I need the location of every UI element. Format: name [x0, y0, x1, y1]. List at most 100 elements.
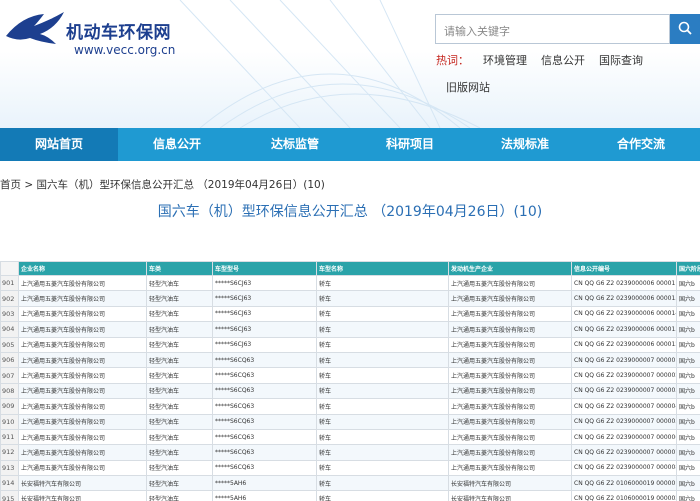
table-cell: 轻型汽油车 — [146, 290, 213, 307]
table-cell: 上汽通用五菱汽车股份有限公司 — [18, 321, 147, 338]
search-icon — [678, 21, 692, 35]
row-number: 912 — [0, 444, 19, 461]
table-cell: 轿车 — [316, 336, 449, 353]
row-number: 903 — [0, 305, 19, 323]
table-cell: 轻型汽油车 — [146, 274, 213, 292]
table-cell: 国六b — [676, 290, 700, 307]
table-cell: 轿车 — [316, 382, 449, 400]
table-body: 901 上汽通用五菱汽车股份有限公司 轻型汽油车 *****S6CJ63 轿车 上汽通用五… — [0, 274, 700, 501]
table-cell: 轿车 — [316, 274, 449, 292]
search-input[interactable]: 请输入关键字 — [435, 14, 670, 44]
table-cell: *****S6CJ63 — [212, 321, 317, 338]
table-cell: 国六b — [676, 428, 700, 446]
bird-logo-icon — [6, 12, 64, 44]
table-cell: CN QQ G6 Z2 0239000007 000001 — [571, 351, 677, 369]
column-header: 企业名称 — [18, 261, 147, 276]
hot-link-environment[interactable]: 环境管理 — [483, 54, 527, 67]
table-cell: 国六b — [676, 490, 700, 501]
table-cell: 轻型汽油车 — [146, 336, 213, 353]
table-cell: 国六b — [676, 382, 700, 400]
row-number: 902 — [0, 290, 19, 307]
table-cell: 国六b — [676, 444, 700, 461]
table-cell: 轿车 — [316, 367, 449, 384]
row-number: 907 — [0, 367, 19, 384]
table-cell: 轻型汽油车 — [146, 428, 213, 446]
row-number: 901 — [0, 274, 19, 292]
hot-link-info[interactable]: 信息公开 — [541, 54, 585, 67]
table-cell: 轿车 — [316, 351, 449, 369]
table-cell: *****5AH6 — [212, 475, 317, 492]
site-url: www.vecc.org.cn — [74, 43, 176, 57]
nav-item-research[interactable]: 科研项目 — [351, 128, 469, 161]
table-cell: 上汽通用五菱汽车股份有限公司 — [448, 351, 572, 369]
table-cell: *****S6CJ63 — [212, 274, 317, 292]
column-header: 国六阶段 — [676, 261, 700, 276]
table-cell: 国六b — [676, 398, 700, 415]
nav-item-cooperation[interactable]: 合作交流 — [582, 128, 700, 161]
table-cell: 轻型汽油车 — [146, 490, 213, 501]
table-cell: *****S6CQ63 — [212, 459, 317, 477]
table-cell: *****S6CQ63 — [212, 367, 317, 384]
table-row: 913 上汽通用五菱汽车股份有限公司 轻型汽油车 *****S6CQ63 轿车 上汽通用五… — [0, 459, 700, 477]
table-cell: *****S6CQ63 — [212, 382, 317, 400]
table-cell: 上汽通用五菱汽车股份有限公司 — [18, 413, 147, 430]
table-cell: 上汽通用五菱汽车股份有限公司 — [448, 444, 572, 461]
table-cell: 国六b — [676, 413, 700, 430]
table-row: 909 上汽通用五菱汽车股份有限公司 轻型汽油车 *****S6CQ63 轿车 上汽通用五… — [0, 398, 700, 415]
table-cell: 上汽通用五菱汽车股份有限公司 — [18, 274, 147, 292]
row-number: 915 — [0, 490, 19, 501]
table-cell: 上汽通用五菱汽车股份有限公司 — [448, 305, 572, 323]
table-cell: 国六b — [676, 351, 700, 369]
hot-link-international[interactable]: 国际查询 — [599, 54, 643, 67]
table-cell: 上汽通用五菱汽车股份有限公司 — [18, 398, 147, 415]
table-cell: CN QQ G6 Z2 0239000007 000005 — [571, 413, 677, 430]
table-row: 907 上汽通用五菱汽车股份有限公司 轻型汽油车 *****S6CQ63 轿车 上汽通用五… — [0, 367, 700, 384]
table-cell: 轻型汽油车 — [146, 475, 213, 492]
row-number: 913 — [0, 459, 19, 477]
row-number: 906 — [0, 351, 19, 369]
nav-item-compliance[interactable]: 达标监管 — [236, 128, 354, 161]
table-row: 904 上汽通用五菱汽车股份有限公司 轻型汽油车 *****S6CJ63 轿车 上汽通用五… — [0, 321, 700, 338]
table-cell: 上汽通用五菱汽车股份有限公司 — [448, 398, 572, 415]
table-cell: 国六b — [676, 367, 700, 384]
nav-item-regulations[interactable]: 法规标准 — [466, 128, 584, 161]
table-cell: CN QQ G6 Z2 0106000019 000001 — [571, 475, 677, 492]
table-row: 911 上汽通用五菱汽车股份有限公司 轻型汽油车 *****S6CQ63 轿车 上汽通用五… — [0, 428, 700, 446]
table-row: 905 上汽通用五菱汽车股份有限公司 轻型汽油车 *****S6CJ63 轿车 上汽通用五… — [0, 336, 700, 353]
nav-item-info-disclosure[interactable]: 信息公开 — [118, 128, 236, 161]
search-button[interactable] — [670, 14, 700, 44]
site-title: 机动车环保网 — [66, 23, 171, 43]
table-cell: 国六b — [676, 305, 700, 323]
row-number: 909 — [0, 398, 19, 415]
table-cell: 轿车 — [316, 428, 449, 446]
page-title: 国六车（机）型环保信息公开汇总 （2019年04月26日）(10) — [157, 204, 543, 220]
table-cell: *****S6CQ63 — [212, 351, 317, 369]
table-cell: 轿车 — [316, 459, 449, 477]
data-table-container[interactable]: 企业名称 车类 车型型号 车型名称 发动机生产企业 信息公开编号 国六阶段 90… — [0, 261, 700, 501]
table-row: 912 上汽通用五菱汽车股份有限公司 轻型汽油车 *****S6CQ63 轿车 上汽通用五… — [0, 444, 700, 461]
table-cell: 国六b — [676, 321, 700, 338]
old-site-link[interactable]: 旧版网站 — [446, 79, 490, 95]
table-cell: 轻型汽油车 — [146, 382, 213, 400]
table-cell: 上汽通用五菱汽车股份有限公司 — [448, 428, 572, 446]
table-cell: 长安福特汽车有限公司 — [448, 475, 572, 492]
table-row: 914 长安福特汽车有限公司 轻型汽油车 *****5AH6 轿车 长安福特汽车有限公司 C… — [0, 475, 700, 492]
table-cell: *****S6CQ63 — [212, 428, 317, 446]
breadcrumb[interactable]: 首页 > 国六车（机）型环保信息公开汇总 （2019年04月26日）(10) — [0, 177, 325, 192]
table-cell: 轻型汽油车 — [146, 459, 213, 477]
table-cell: *****S6CJ63 — [212, 336, 317, 353]
column-header: 车型名称 — [316, 261, 449, 276]
row-number: 905 — [0, 336, 19, 353]
table-row: 902 上汽通用五菱汽车股份有限公司 轻型汽油车 *****S6CJ63 轿车 上汽通用五… — [0, 290, 700, 307]
table-cell: 上汽通用五菱汽车股份有限公司 — [18, 290, 147, 307]
table-cell: 轿车 — [316, 398, 449, 415]
table-cell: 轿车 — [316, 490, 449, 501]
row-number-header — [0, 261, 19, 276]
nav-item-home[interactable]: 网站首页 — [0, 128, 118, 161]
table-cell: CN QQ G6 Z2 0239000006 000014 — [571, 305, 677, 323]
hot-words-label: 热词： — [436, 54, 469, 67]
site-logo[interactable]: 机动车环保网 www.vecc.org.cn — [4, 8, 194, 58]
table-cell: 上汽通用五菱汽车股份有限公司 — [18, 336, 147, 353]
table-cell: *****S6CJ63 — [212, 290, 317, 307]
table-cell: 长安福特汽车有限公司 — [448, 490, 572, 501]
